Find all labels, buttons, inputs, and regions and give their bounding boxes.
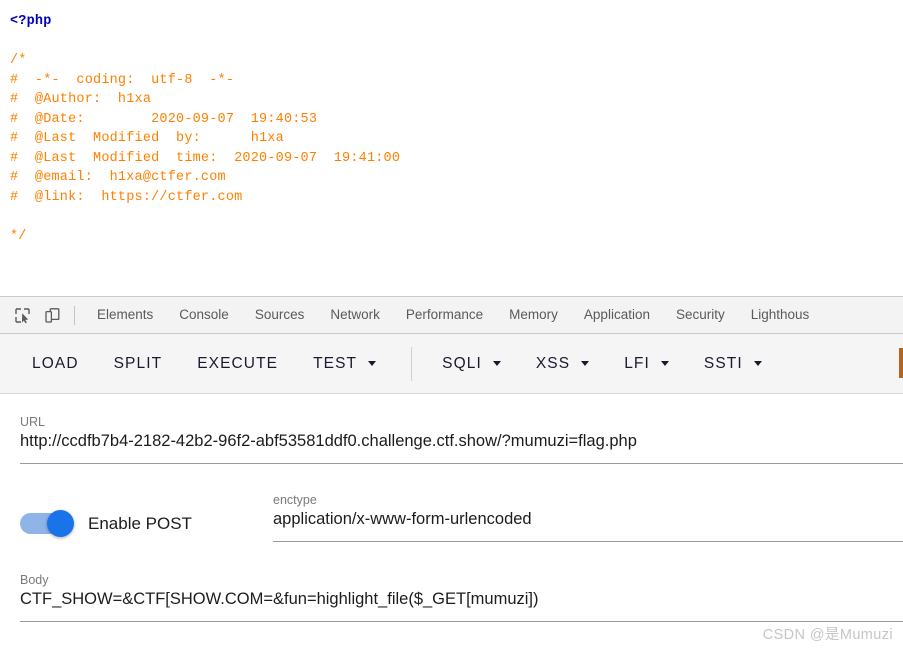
devtools-tab-performance[interactable]: Performance — [393, 297, 496, 333]
devtools-tab-sources[interactable]: Sources — [242, 297, 318, 333]
hackbar-button-execute[interactable]: EXECUTE — [197, 355, 278, 373]
devtools-tab-lighthous[interactable]: Lighthous — [738, 297, 823, 333]
hackbar-menu-xss[interactable]: XSS — [535, 354, 590, 373]
php-comment-line: # @Last Modified time: 2020-09-07 19:41:… — [10, 150, 401, 166]
post-toggle-track[interactable] — [20, 510, 74, 537]
hackbar-menu-ssti[interactable]: SSTI — [704, 355, 762, 373]
hackbar-payload-group: SQLI XSS LFI SSTI — [442, 355, 797, 373]
devtools-icon-divider — [74, 305, 75, 325]
hackbar-menu-sqli-label: SQLI — [442, 354, 482, 372]
hackbar-button-test-label: TEST — [313, 354, 358, 372]
enctype-input[interactable]: application/x-www-form-urlencoded — [273, 507, 903, 532]
hackbar-button-load-label: LOAD — [32, 354, 79, 372]
enable-post-toggle[interactable]: Enable POST — [20, 510, 273, 537]
php-code-lines: <?php /* # -*- coding: utf-8 -*- # @Author… — [10, 12, 903, 285]
csdn-watermark: CSDN @是Mumuzi — [762, 627, 893, 643]
enable-post-label: Enable POST — [88, 513, 192, 533]
hackbar-action-group: LOAD SPLIT EXECUTE TEST — [32, 355, 411, 373]
hackbar-request-form: URL http://ccdfb7b4-2182-42b2-96f2-abf53… — [0, 395, 903, 658]
php-blank-line — [10, 207, 903, 227]
hackbar-overflow-edge-indicator[interactable] — [899, 348, 903, 378]
php-comment-line: */ — [10, 228, 27, 244]
chevron-down-icon[interactable] — [660, 361, 669, 366]
hackbar-menu-sqli[interactable]: SQLI — [442, 355, 501, 373]
url-label: URL — [20, 415, 46, 429]
devtools-tab-elements[interactable]: Elements — [84, 297, 166, 333]
devtools-tab-memory[interactable]: Memory — [496, 297, 571, 333]
body-label: Body — [20, 573, 49, 587]
php-comment-line: /* — [10, 53, 27, 68]
url-input[interactable]: http://ccdfb7b4-2182-42b2-96f2-abf53581d… — [20, 429, 903, 454]
hackbar-button-test[interactable]: TEST — [313, 354, 377, 373]
post-options-row: Enable POST enctype application/x-www-fo… — [0, 493, 903, 542]
inspect-element-icon[interactable] — [8, 302, 36, 328]
url-field-group: URL http://ccdfb7b4-2182-42b2-96f2-abf53… — [20, 415, 903, 464]
devtools-tab-list: Elements Console Sources Network Performance… — [84, 297, 822, 333]
hackbar-button-load[interactable]: LOAD — [32, 355, 79, 373]
chevron-down-icon[interactable] — [581, 361, 590, 366]
hackbar-button-execute-label: EXECUTE — [197, 354, 279, 372]
devtools-tab-console[interactable]: Console — [166, 297, 242, 333]
hackbar-menu-lfi[interactable]: LFI — [624, 355, 669, 373]
url-input-underline — [20, 463, 903, 464]
enctype-label: enctype — [273, 493, 317, 507]
php-open-tag: <?php — [10, 14, 52, 29]
hackbar-menu-xss-label: XSS — [535, 354, 571, 372]
devtools-tab-network[interactable]: Network — [317, 297, 393, 333]
devtools-tab-application[interactable]: Application — [571, 297, 663, 333]
php-comment-line: # -*- coding: utf-8 -*- — [10, 72, 235, 88]
php-flag-line: $flag="ctfshow{4c4fbb6a-93d5-4f86-8691-8… — [10, 285, 903, 296]
device-toolbar-icon[interactable] — [38, 302, 66, 328]
php-blank-line — [10, 266, 903, 286]
devtools-tab-bar: Elements Console Sources Network Performance… — [0, 296, 903, 334]
hackbar-menu-lfi-label: LFI — [624, 354, 650, 372]
devtools-tab-security[interactable]: Security — [663, 297, 738, 333]
hackbar-button-split-label: SPLIT — [113, 354, 163, 372]
php-comment-line: # @link: https://ctfer.com — [10, 189, 243, 205]
php-source-output: <?php /* # -*- coding: utf-8 -*- # @Author… — [0, 0, 903, 296]
php-comment-line: # @Author: h1xa — [10, 92, 152, 107]
post-toggle-knob[interactable] — [47, 510, 74, 537]
enctype-input-underline — [273, 541, 903, 542]
body-input-underline — [20, 621, 903, 622]
hackbar-menu-ssti-label: SSTI — [703, 354, 743, 372]
chevron-down-icon[interactable] — [368, 361, 377, 366]
hackbar-button-split[interactable]: SPLIT — [114, 355, 163, 373]
body-field-group: Body CTF_SHOW=&CTF[SHOW.COM=&fun=highlig… — [20, 573, 903, 622]
enctype-field-group: enctype application/x-www-form-urlencode… — [273, 493, 903, 542]
php-blank-line — [10, 246, 903, 266]
chevron-down-icon[interactable] — [753, 361, 762, 366]
php-comment-line: # @Date: 2020-09-07 19:40:53 — [10, 111, 318, 127]
php-comment-line: # @Last Modified by: h1xa — [10, 131, 284, 146]
chevron-down-icon[interactable] — [492, 361, 501, 366]
body-input[interactable]: CTF_SHOW=&CTF[SHOW.COM=&fun=highlight_fi… — [20, 587, 903, 612]
hackbar-toolbar-divider — [411, 346, 413, 381]
php-blank-line — [10, 32, 903, 52]
php-comment-line: # @email: h1xa@ctfer.com — [10, 170, 226, 185]
hackbar-action-toolbar: LOAD SPLIT EXECUTE TEST SQLI XSS LFI SSTI — [0, 334, 903, 394]
